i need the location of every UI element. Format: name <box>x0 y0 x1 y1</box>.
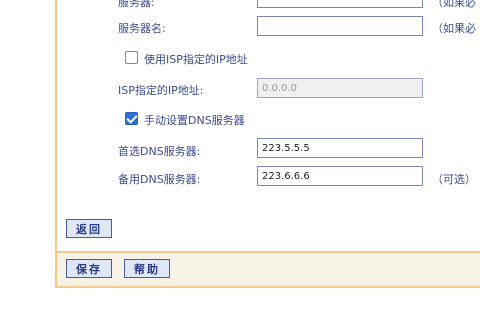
use-isp-ip-checkbox[interactable] <box>125 51 138 64</box>
top-cut-input[interactable] <box>257 0 423 8</box>
primary-dns-label: 首选DNS服务器: <box>118 145 201 158</box>
server-name-note: （如果必 <box>432 22 476 35</box>
manual-dns-label: 手动设置DNS服务器 <box>144 114 245 127</box>
help-button[interactable]: 帮助 <box>124 259 170 278</box>
primary-dns-input[interactable]: 223.5.5.5 <box>257 138 423 158</box>
top-cut-note: （如果必 <box>432 0 476 9</box>
use-isp-ip-label: 使用ISP指定的IP地址 <box>144 53 248 66</box>
footer-bar <box>57 253 480 286</box>
secondary-dns-label: 备用DNS服务器: <box>118 173 201 186</box>
top-cut-label: 服务器: <box>118 0 155 9</box>
save-button[interactable]: 保存 <box>66 259 112 278</box>
manual-dns-checkbox[interactable] <box>125 112 138 125</box>
server-name-label: 服务器名: <box>118 22 166 35</box>
isp-ip-label: ISP指定的IP地址: <box>118 84 204 97</box>
secondary-dns-input[interactable]: 223.6.6.6 <box>257 166 423 186</box>
secondary-dns-note: （可选） <box>432 173 476 186</box>
back-button[interactable]: 返回 <box>66 219 112 238</box>
server-name-input[interactable] <box>257 16 423 36</box>
isp-ip-input[interactable]: 0.0.0.0 <box>257 78 423 98</box>
